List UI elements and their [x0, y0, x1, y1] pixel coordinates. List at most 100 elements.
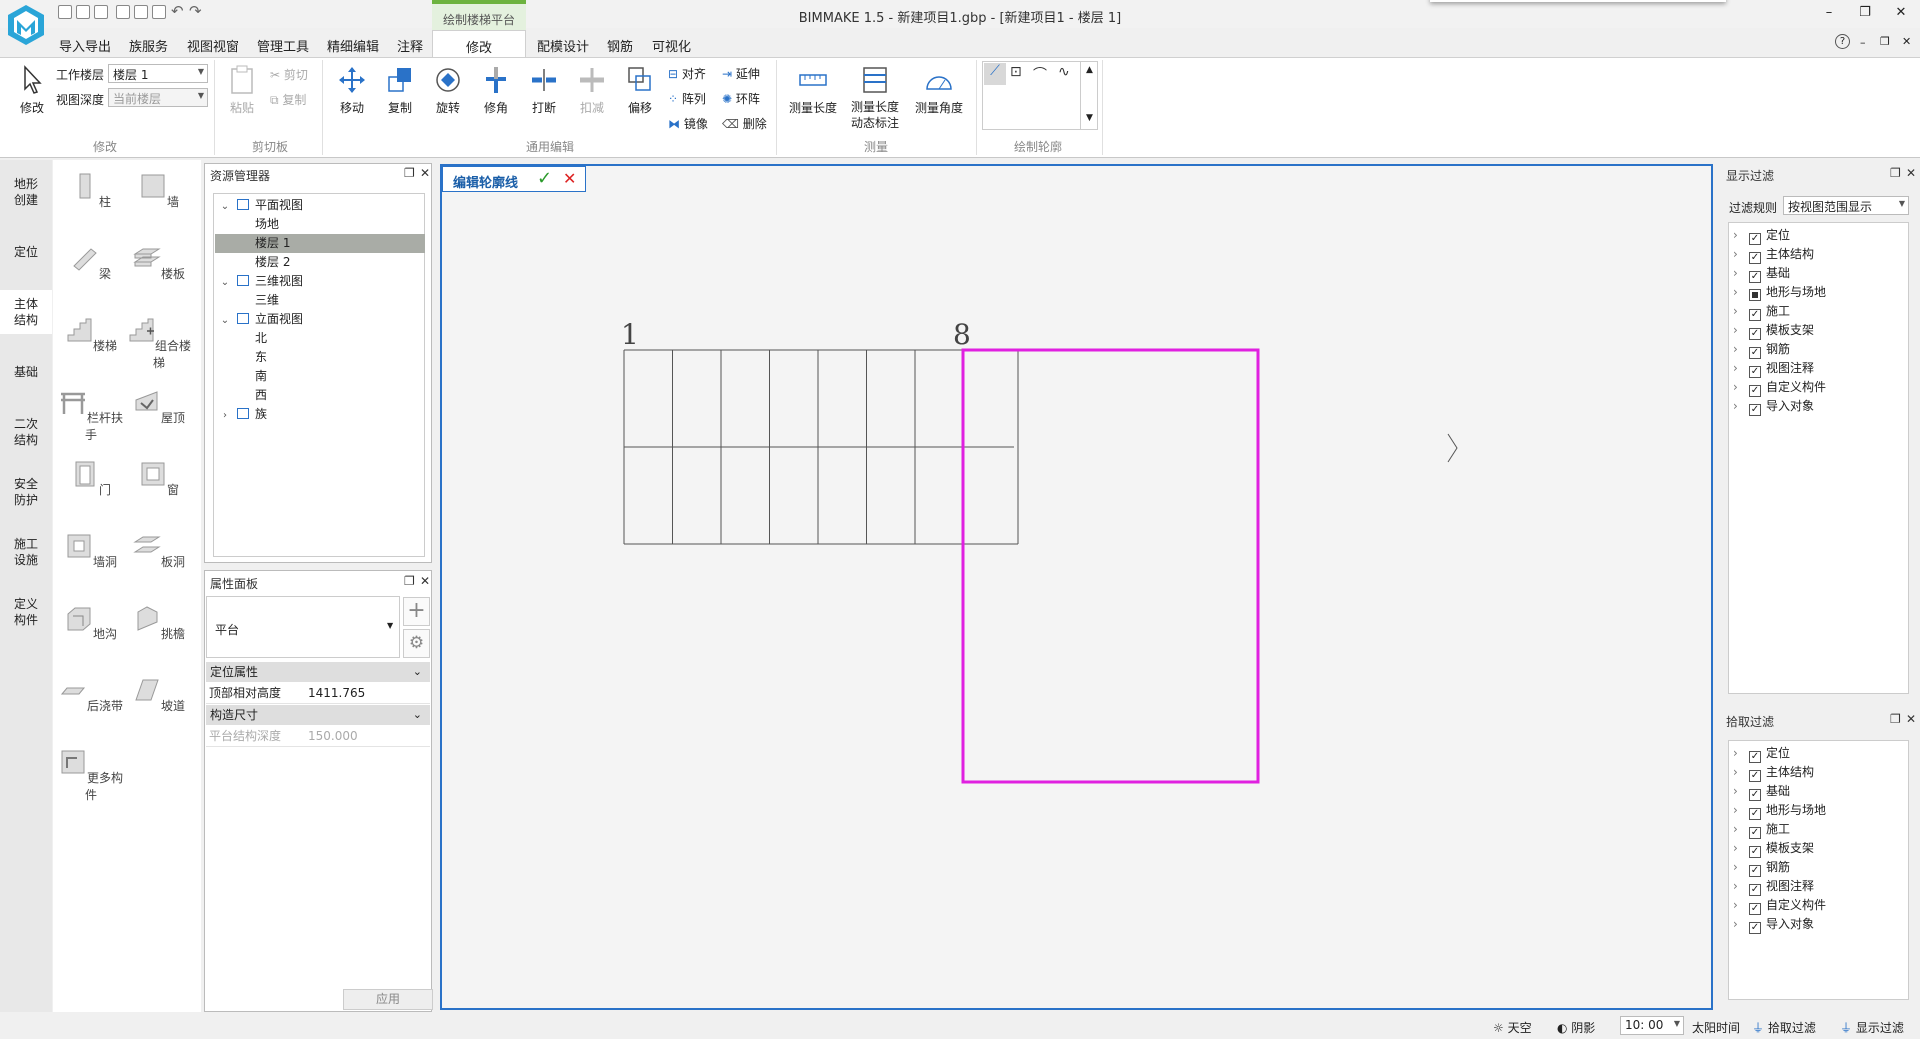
filter-item[interactable]: › ✓ 模板支架 [1733, 321, 1909, 340]
category-custom-components[interactable]: 定义 构件 [0, 596, 52, 628]
chevron-right-icon[interactable]: › [1733, 839, 1749, 858]
filter-item[interactable]: › ✓ 主体结构 [1733, 245, 1909, 264]
category-secondary-structure[interactable]: 二次 结构 [0, 416, 52, 448]
checkbox-checked[interactable]: ✓ [1749, 309, 1761, 321]
add-type-icon[interactable]: + [403, 597, 430, 626]
chevron-right-icon[interactable]: › [1733, 858, 1749, 877]
palette-slab[interactable]: 楼板 [124, 244, 194, 282]
palette-beam[interactable]: 梁 [56, 244, 126, 282]
tree-item[interactable]: ⌄ 三维视图 [215, 272, 425, 291]
close-panel-icon[interactable]: ✕ [1906, 712, 1916, 726]
chevron-right-icon[interactable]: › [1733, 801, 1749, 820]
paste-button[interactable]: 粘贴 [222, 65, 262, 116]
tree-item[interactable]: 楼层 1 [215, 234, 425, 253]
close-panel-icon[interactable]: ✕ [1906, 166, 1916, 180]
chevron-down-icon[interactable]: ⌄ [215, 273, 235, 292]
float-panel-icon[interactable]: ❐ [1890, 712, 1901, 726]
menu-fine-edit[interactable]: 精细编辑 [327, 36, 379, 55]
float-panel-icon[interactable]: ❐ [404, 166, 415, 180]
menu-view[interactable]: 视图视窗 [187, 36, 239, 55]
property-section-header[interactable]: 定位属性 ⌄ [206, 662, 430, 682]
category-main-structure[interactable]: 主体 结构 [0, 290, 52, 334]
work-floor-select[interactable]: 楼层 1 ▼ [108, 64, 208, 83]
property-row[interactable]: 平台结构深度 150.000 [206, 726, 430, 747]
filter-item[interactable]: › ✓ 主体结构 [1733, 763, 1909, 782]
chevron-right-icon[interactable]: › [1733, 359, 1749, 378]
menu-import-export[interactable]: 导入导出 [59, 36, 111, 55]
view-depth-select[interactable]: 当前楼层 ▼ [108, 88, 208, 107]
ribbon-restore-icon[interactable]: ❐ [1880, 35, 1890, 48]
ribbon-close-icon[interactable]: ✕ [1902, 35, 1911, 48]
palette-stair[interactable]: 楼梯 [56, 316, 126, 354]
filter-item[interactable]: › ✓ 钢筋 [1733, 858, 1909, 877]
gallery-scroll[interactable]: ▲ ▼ [1080, 62, 1098, 130]
filter-item[interactable]: › ✓ 施工 [1733, 302, 1909, 321]
filter-item[interactable]: › ✓ 施工 [1733, 820, 1909, 839]
tab-modify[interactable]: 修改 [432, 30, 526, 58]
checkbox-checked[interactable]: ✓ [1749, 827, 1761, 839]
checkbox-checked[interactable]: ✓ [1749, 751, 1761, 763]
chevron-right-icon[interactable]: › [1733, 820, 1749, 839]
ring-array-button[interactable]: ✺ 环阵 [722, 90, 760, 107]
palette-eave[interactable]: 挑檐 [124, 604, 194, 642]
display-filter-button[interactable]: ⏚ 显示过滤 [1840, 1019, 1904, 1036]
menu-manage-tools[interactable]: 管理工具 [257, 36, 309, 55]
checkbox-checked[interactable]: ✓ [1749, 884, 1761, 896]
line-tool-icon[interactable]: ⟋ [984, 63, 1006, 85]
chevron-right-icon[interactable]: › [1733, 782, 1749, 801]
menu-annotate[interactable]: 注释 [397, 36, 423, 55]
mirror-button[interactable]: ⧓ 镜像 [668, 115, 708, 132]
measure-dynamic-button[interactable]: 测量长度 动态标注 [848, 65, 902, 131]
category-terrain[interactable]: 地形 创建 [0, 176, 52, 208]
help-icon[interactable]: ? [1835, 34, 1850, 49]
scroll-up-icon[interactable]: ▲ [1081, 62, 1098, 78]
duplicate-button[interactable]: 复制 [382, 65, 418, 116]
checkbox-checked[interactable]: ✓ [1749, 404, 1761, 416]
chevron-right-icon[interactable]: › [1733, 321, 1749, 340]
checkbox-checked[interactable]: ✓ [1749, 233, 1761, 245]
filter-item[interactable]: › ✓ 视图注释 [1733, 359, 1909, 378]
checkbox-checked[interactable]: ✓ [1749, 922, 1761, 934]
move-button[interactable]: 移动 [334, 65, 370, 116]
filter-item[interactable]: › ✓ 自定义构件 [1733, 378, 1909, 397]
modify-tool[interactable]: 修改 [12, 65, 52, 116]
chevron-right-icon[interactable]: › [1733, 302, 1749, 321]
align-button[interactable]: ⊟ 对齐 [668, 65, 706, 82]
chevron-right-icon[interactable]: › [215, 406, 235, 425]
category-positioning[interactable]: 定位 [0, 244, 52, 260]
menu-formwork[interactable]: 配模设计 [537, 36, 589, 55]
delete-button[interactable]: ⌫ 删除 [722, 115, 767, 132]
tree-item[interactable]: 西 [215, 386, 425, 405]
tree-item[interactable]: 楼层 2 [215, 253, 425, 272]
offset-button[interactable]: 偏移 [622, 65, 658, 116]
palette-more-components[interactable]: 更多构件 [56, 748, 126, 803]
trim-button[interactable]: 修角 [478, 65, 514, 116]
float-panel-icon[interactable]: ❐ [404, 574, 415, 588]
rectangle-tool-icon[interactable]: ⊡ [1010, 64, 1022, 80]
palette-roof[interactable]: 屋顶 [124, 388, 194, 426]
tree-item[interactable]: 南 [215, 367, 425, 386]
filter-item[interactable]: › ✓ 地形与场地 [1733, 801, 1909, 820]
arc-tool-icon[interactable]: ⌒ [1033, 64, 1047, 84]
rotate-button[interactable]: 旋转 [430, 65, 466, 116]
filter-rule-select[interactable]: 按视图范围显示 ▼ [1783, 196, 1909, 215]
close-panel-icon[interactable]: ✕ [420, 166, 430, 180]
property-row[interactable]: 顶部相对高度 1411.765 [206, 683, 430, 704]
chevron-right-icon[interactable]: › [1733, 763, 1749, 782]
menu-visualize[interactable]: 可视化 [652, 36, 691, 55]
filter-item[interactable]: › 地形与场地 [1733, 283, 1909, 302]
chevron-right-icon[interactable]: › [1733, 378, 1749, 397]
filter-item[interactable]: › ✓ 模板支架 [1733, 839, 1909, 858]
checkbox-checked[interactable]: ✓ [1749, 366, 1761, 378]
filter-item[interactable]: › ✓ 基础 [1733, 782, 1909, 801]
chevron-right-icon[interactable]: › [1733, 877, 1749, 896]
filter-item[interactable]: › ✓ 定位 [1733, 744, 1909, 763]
tree-item[interactable]: 三维 [215, 291, 425, 310]
checkbox-checked[interactable]: ✓ [1749, 252, 1761, 264]
checkbox-checked[interactable]: ✓ [1749, 808, 1761, 820]
palette-ramp[interactable]: 坡道 [124, 676, 194, 714]
tree-item[interactable]: 东 [215, 348, 425, 367]
property-section-header[interactable]: 构造尺寸 ⌄ [206, 705, 430, 725]
filter-item[interactable]: › ✓ 基础 [1733, 264, 1909, 283]
sky-toggle[interactable]: ☼ 天空 [1493, 1019, 1532, 1036]
